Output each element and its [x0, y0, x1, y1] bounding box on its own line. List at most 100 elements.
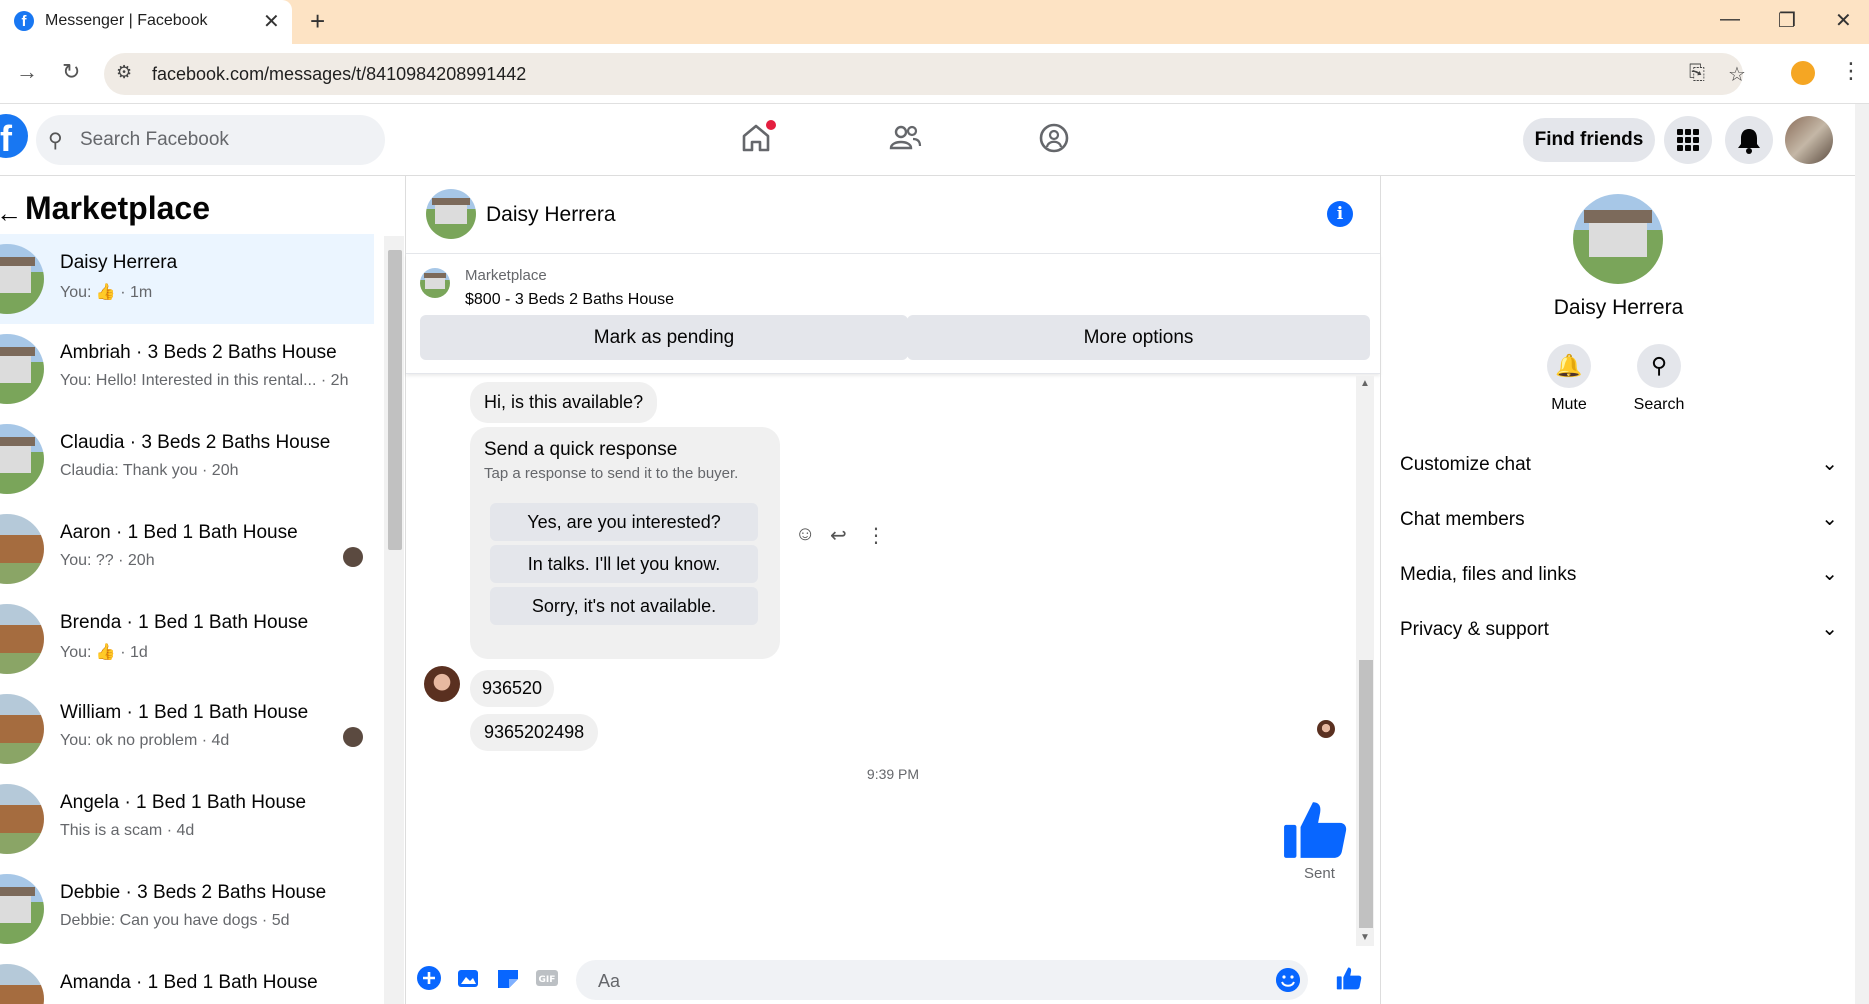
conversation-item[interactable]: Brenda · 1 Bed 1 Bath House You: 👍 · 1d — [0, 594, 374, 684]
search-facebook-input[interactable]: ⚲ Search Facebook — [36, 115, 385, 165]
scroll-down-icon[interactable]: ▼ — [1360, 932, 1370, 943]
address-bar-row: → ↻ ⚙ facebook.com/messages/t/8410984208… — [0, 44, 1869, 104]
chat-info-pane: Daisy Herrera 🔔 Mute ⚲ Search Customize … — [1380, 176, 1855, 1004]
quick-reply-not-available-button[interactable]: Sorry, it's not available. — [490, 587, 758, 625]
message-bubble[interactable]: 9365202498 — [470, 714, 599, 751]
chevron-down-icon: ⌄ — [1821, 508, 1838, 530]
browser-tab-strip: f Messenger | Facebook ✕ + — ❐ ✕ — [0, 0, 1869, 44]
find-friends-button[interactable]: Find friends — [1523, 118, 1655, 162]
chat-members-row[interactable]: Chat members ⌄ — [1400, 500, 1838, 540]
browser-tab[interactable]: f Messenger | Facebook ✕ — [0, 0, 292, 44]
seen-indicator-avatar — [343, 547, 363, 567]
conversation-item[interactable]: Daisy Herrera You: 👍 · 1m — [0, 234, 374, 324]
back-arrow-icon[interactable]: ← — [0, 198, 22, 229]
listing-thumbnail — [0, 424, 44, 494]
menu-grid-button[interactable] — [1664, 116, 1712, 164]
conversation-item[interactable]: Angela · 1 Bed 1 Bath House This is a sca… — [0, 774, 374, 864]
conversation-item[interactable]: Claudia · 3 Beds 2 Baths House Claudia: T… — [0, 414, 374, 504]
plus-circle-icon[interactable] — [416, 965, 442, 991]
listing-thumbnail — [0, 784, 44, 854]
site-info-icon[interactable]: ⚙ — [116, 62, 132, 83]
conversation-preview: You: Hello! Interested in this rental...… — [60, 372, 349, 389]
friends-icon[interactable] — [885, 118, 925, 158]
conversation-item[interactable]: William · 1 Bed 1 Bath House You: ok no p… — [0, 684, 374, 774]
section-label: Media, files and links — [1400, 564, 1577, 585]
omnibox[interactable]: ⚙ facebook.com/messages/t/84109842089914… — [104, 53, 1746, 95]
close-tab-icon[interactable]: ✕ — [263, 9, 280, 34]
conversation-item[interactable]: Amanda · 1 Bed 1 Bath House — [0, 954, 374, 1004]
account-avatar[interactable] — [1785, 116, 1833, 164]
contact-name[interactable]: Daisy Herrera — [486, 203, 616, 227]
browser-profile-icon[interactable] — [1791, 61, 1815, 85]
bookmark-star-icon[interactable]: ☆ — [1728, 62, 1746, 87]
close-window-icon[interactable]: ✕ — [1835, 8, 1852, 33]
install-app-icon[interactable]: ⎘ — [1689, 62, 1705, 85]
chevron-down-icon: ⌄ — [1821, 618, 1838, 640]
sidebar-scrollbar[interactable] — [384, 236, 404, 1004]
marketplace-label: Marketplace — [465, 267, 547, 284]
section-label: Customize chat — [1400, 454, 1531, 475]
bell-icon: 🔔 — [1547, 344, 1591, 388]
info-contact-name[interactable]: Daisy Herrera — [1381, 296, 1856, 320]
conversation-preview: This is a scam · 4d — [60, 822, 195, 839]
facebook-favicon-icon: f — [14, 11, 34, 31]
search-in-chat-button[interactable]: ⚲ Search — [1619, 344, 1699, 414]
quick-reply-in-talks-button[interactable]: In talks. I'll let you know. — [490, 545, 758, 583]
forward-icon[interactable]: → — [16, 59, 38, 85]
mark-as-pending-button[interactable]: Mark as pending — [420, 315, 908, 360]
message-scroll-thumb[interactable] — [1359, 660, 1373, 928]
url-text[interactable]: facebook.com/messages/t/8410984208991442 — [152, 64, 526, 85]
media-files-links-row[interactable]: Media, files and links ⌄ — [1400, 555, 1838, 595]
sticker-icon[interactable] — [495, 965, 521, 991]
reply-icon[interactable]: ↩ — [830, 523, 847, 548]
conversation-item[interactable]: Aaron · 1 Bed 1 Bath House You: ?? · 20h — [0, 504, 374, 594]
restore-icon[interactable]: ❐ — [1778, 8, 1796, 33]
chevron-down-icon: ⌄ — [1821, 563, 1838, 585]
groups-icon[interactable] — [1034, 118, 1074, 158]
conversation-preview: Debbie: Can you have dogs · 5d — [60, 912, 290, 929]
browser-menu-icon[interactable]: ⋮ — [1840, 58, 1862, 84]
contact-avatar[interactable] — [426, 189, 476, 239]
reload-icon[interactable]: ↻ — [62, 59, 80, 85]
message-bubble[interactable]: 936520 — [470, 670, 555, 707]
privacy-support-row[interactable]: Privacy & support ⌄ — [1400, 610, 1838, 650]
sidebar-scroll-thumb[interactable] — [388, 250, 402, 550]
emoji-icon[interactable] — [1276, 968, 1300, 992]
notifications-button[interactable] — [1725, 116, 1773, 164]
more-options-button[interactable]: More options — [907, 315, 1370, 360]
conversation-item[interactable]: Debbie · 3 Beds 2 Baths House Debbie: Can… — [0, 864, 374, 954]
conversation-item[interactable]: Ambriah · 3 Beds 2 Baths House You: Hello… — [0, 324, 374, 414]
page-scrollbar[interactable] — [1855, 104, 1869, 1004]
customize-chat-row[interactable]: Customize chat ⌄ — [1400, 445, 1838, 485]
listing-thumbnail — [0, 334, 44, 404]
send-like-icon[interactable] — [1336, 965, 1362, 991]
conversation-preview: You: 👍 · 1d — [60, 644, 148, 661]
message-bubble[interactable]: Hi, is this available? — [470, 382, 658, 423]
section-label: Chat members — [1400, 509, 1525, 530]
info-icon[interactable]: i — [1327, 201, 1353, 227]
message-more-icon[interactable]: ⋮ — [866, 523, 886, 548]
photo-icon[interactable] — [455, 965, 481, 991]
gif-icon[interactable]: GIF — [534, 965, 560, 991]
conversation-preview: You: 👍 · 1m — [60, 284, 153, 301]
listing-thumbnail[interactable] — [420, 268, 450, 298]
new-tab-icon[interactable]: + — [310, 6, 325, 37]
message-scrollbar[interactable]: ▲ ▼ — [1356, 376, 1374, 946]
facebook-logo-icon[interactable]: f — [0, 114, 28, 159]
conversation-name: Daisy Herrera — [60, 252, 178, 273]
mute-button[interactable]: 🔔 Mute — [1529, 344, 1609, 414]
react-emoji-icon[interactable]: ☺ — [795, 523, 815, 546]
thumbs-up-icon[interactable] — [1282, 796, 1348, 862]
conversation-name: Claudia · 3 Beds 2 Baths House — [60, 432, 331, 453]
scroll-up-icon[interactable]: ▲ — [1360, 378, 1370, 389]
message-input[interactable]: Aa — [576, 960, 1308, 1000]
minimize-icon[interactable]: — — [1720, 8, 1740, 31]
chat-header: Daisy Herrera i — [406, 176, 1380, 254]
listing-title[interactable]: $800 - 3 Beds 2 Baths House — [465, 291, 674, 309]
quick-reply-yes-button[interactable]: Yes, are you interested? — [490, 503, 758, 541]
quick-response-subtitle: Tap a response to send it to the buyer. — [484, 465, 739, 482]
mute-label: Mute — [1551, 396, 1587, 413]
sender-avatar[interactable] — [424, 666, 460, 702]
composer-placeholder: Aa — [598, 971, 621, 991]
info-contact-avatar[interactable] — [1573, 194, 1663, 284]
